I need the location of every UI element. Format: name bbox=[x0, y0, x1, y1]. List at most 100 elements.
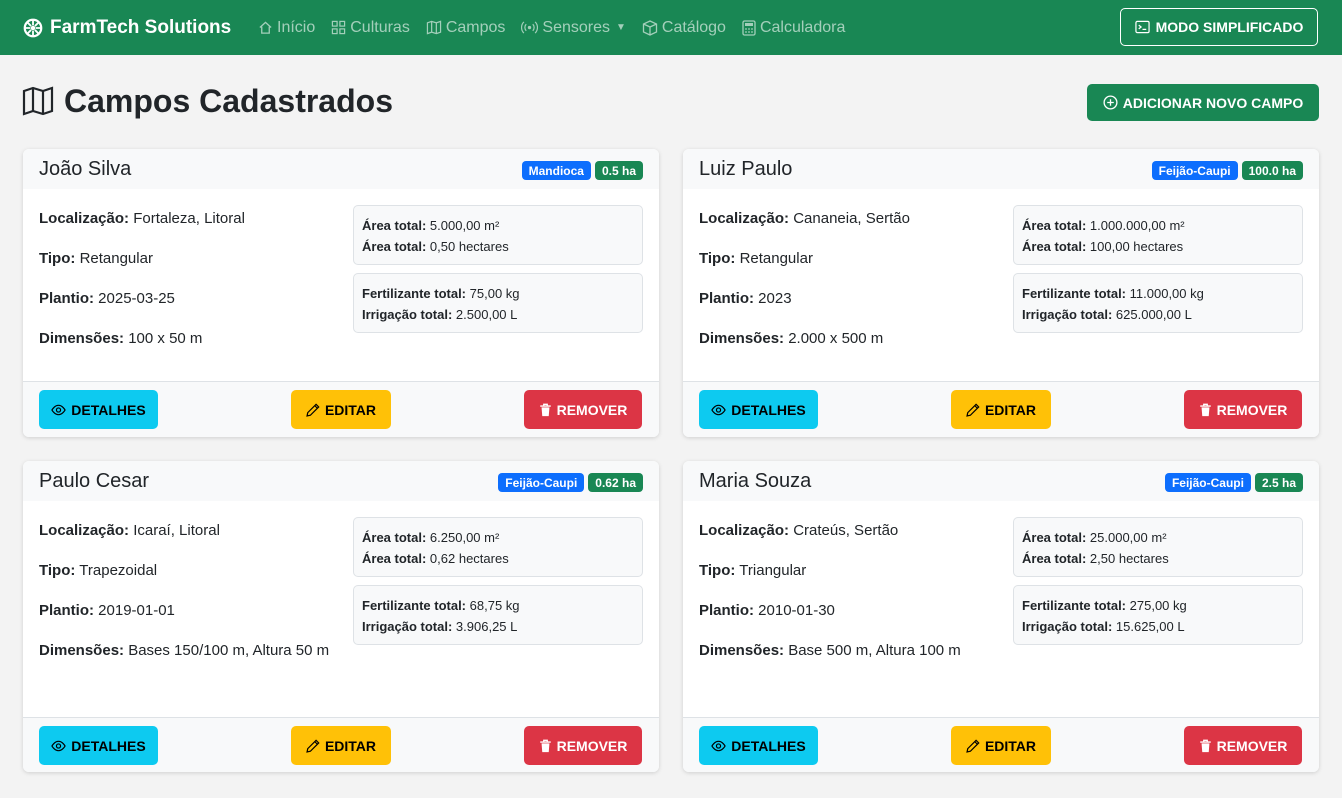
planting-row: Plantio: 2025-03-25 bbox=[39, 287, 339, 311]
area-label: Área total: bbox=[1022, 239, 1087, 254]
trash-icon bbox=[1199, 403, 1211, 416]
type-value: Retangular bbox=[79, 250, 153, 267]
nav-label-inicio: Início bbox=[277, 18, 316, 36]
irrigation-line: Irrigação total: 15.625,00 L bbox=[1022, 616, 1294, 637]
fertilizer-label: Fertilizante total: bbox=[1022, 598, 1127, 613]
dimensions-value: Bases 150/100 m, Altura 50 m bbox=[128, 642, 330, 659]
nav-label-calculadora: Calculadora bbox=[759, 18, 846, 36]
area-box: Área total: 5.000,00 m² Área total: 0,50… bbox=[353, 205, 643, 265]
type-label: Tipo: bbox=[699, 562, 736, 579]
area-label: Área total: bbox=[362, 239, 427, 254]
area-label: Área total: bbox=[362, 530, 427, 545]
type-row: Tipo: Trapezoidal bbox=[39, 559, 339, 583]
location-value: Crateús, Sertão bbox=[793, 522, 899, 539]
remove-label: REMOVER bbox=[1216, 737, 1288, 754]
planting-value: 2025-03-25 bbox=[98, 290, 175, 307]
nav-item-calculadora[interactable]: Calculadora bbox=[742, 19, 845, 37]
area-label: Área total: bbox=[1022, 530, 1087, 545]
area-ha-value: 100,00 hectares bbox=[1089, 239, 1184, 254]
crop-badge: Feijão-Caupi bbox=[1164, 473, 1251, 492]
planting-row: Plantio: 2023 bbox=[699, 287, 999, 311]
card-footer: DETALHES EDITAR REMOVER bbox=[683, 717, 1319, 772]
type-row: Tipo: Retangular bbox=[39, 247, 339, 271]
dimensions-row: Dimensões: 100 x 50 m bbox=[39, 327, 339, 351]
eye-icon bbox=[51, 404, 67, 415]
details-button[interactable]: DETALHES bbox=[39, 726, 158, 765]
field-info: Localização: Icaraí, Litoral Tipo: Trape… bbox=[39, 519, 339, 679]
nav-label-catalogo: Catálogo bbox=[661, 18, 726, 36]
nav-item-sensores[interactable]: Sensores ▼ bbox=[521, 19, 626, 37]
area-label: Área total: bbox=[1022, 218, 1087, 233]
simplified-mode-button[interactable]: MODO SIMPLIFICADO bbox=[1120, 8, 1318, 46]
area-ha-value: 2,50 hectares bbox=[1089, 551, 1169, 566]
dimensions-row: Dimensões: Base 500 m, Altura 100 m bbox=[699, 639, 999, 663]
nav-item-inicio[interactable]: Início bbox=[258, 19, 315, 37]
nav-label-culturas: Culturas bbox=[350, 18, 410, 36]
remove-label: REMOVER bbox=[556, 401, 628, 418]
details-button[interactable]: DETALHES bbox=[39, 390, 158, 429]
fertilizer-line: Fertilizante total: 275,00 kg bbox=[1022, 595, 1294, 616]
add-field-label: ADICIONAR NOVO CAMPO bbox=[1122, 94, 1304, 111]
remove-button[interactable]: REMOVER bbox=[1184, 390, 1302, 429]
type-label: Tipo: bbox=[39, 562, 76, 579]
pencil-icon bbox=[966, 738, 980, 753]
badges: Feijão-Caupi 100.0 ha bbox=[1148, 161, 1303, 180]
dimensions-label: Dimensões: bbox=[699, 642, 785, 659]
irrigation-value: 15.625,00 L bbox=[1115, 619, 1185, 634]
inputs-box: Fertilizante total: 75,00 kg Irrigação t… bbox=[353, 273, 643, 333]
crop-badge: Mandioca bbox=[521, 161, 591, 180]
terminal-icon bbox=[1134, 20, 1150, 34]
edit-button[interactable]: EDITAR bbox=[951, 390, 1051, 429]
irrigation-line: Irrigação total: 2.500,00 L bbox=[362, 304, 634, 325]
badges: Feijão-Caupi 2.5 ha bbox=[1161, 473, 1303, 492]
area-ha-line: Área total: 0,62 hectares bbox=[362, 548, 634, 569]
location-row: Localização: Icaraí, Litoral bbox=[39, 519, 339, 543]
dimensions-label: Dimensões: bbox=[39, 330, 125, 347]
remove-label: REMOVER bbox=[556, 737, 628, 754]
fertilizer-line: Fertilizante total: 68,75 kg bbox=[362, 595, 634, 616]
field-card: Maria Souza Feijão-Caupi 2.5 ha Localiza… bbox=[683, 461, 1319, 772]
area-label: Área total: bbox=[362, 551, 427, 566]
broadcast-icon bbox=[521, 21, 539, 34]
area-label: Área total: bbox=[1022, 551, 1087, 566]
planting-row: Plantio: 2010-01-30 bbox=[699, 599, 999, 623]
nav-item-catalogo[interactable]: Catálogo bbox=[642, 19, 726, 37]
irrigation-label: Irrigação total: bbox=[362, 307, 453, 322]
planting-label: Plantio: bbox=[699, 602, 754, 619]
details-button[interactable]: DETALHES bbox=[699, 726, 818, 765]
add-field-button[interactable]: ADICIONAR NOVO CAMPO bbox=[1087, 84, 1319, 121]
planting-label: Plantio: bbox=[39, 602, 94, 619]
inputs-box: Fertilizante total: 68,75 kg Irrigação t… bbox=[353, 585, 643, 645]
irrigation-value: 2.500,00 L bbox=[455, 307, 518, 322]
brand[interactable]: FarmTech Solutions bbox=[22, 0, 231, 55]
box-icon bbox=[642, 19, 658, 36]
edit-button[interactable]: EDITAR bbox=[291, 390, 391, 429]
irrigation-label: Irrigação total: bbox=[362, 619, 453, 634]
remove-button[interactable]: REMOVER bbox=[524, 726, 642, 765]
edit-button[interactable]: EDITAR bbox=[951, 726, 1051, 765]
size-badge: 0.62 ha bbox=[588, 473, 643, 492]
type-value: Retangular bbox=[739, 250, 813, 267]
nav-items: Início Culturas Campos Sensores ▼ Catálo… bbox=[258, 0, 861, 55]
house-icon bbox=[259, 21, 272, 34]
size-badge: 100.0 ha bbox=[1241, 161, 1303, 180]
nav-item-culturas[interactable]: Culturas bbox=[331, 19, 410, 37]
area-m2-value: 1.000.000,00 m² bbox=[1089, 218, 1185, 233]
grid-icon bbox=[332, 20, 346, 35]
gear-icon bbox=[22, 17, 44, 39]
details-button[interactable]: DETALHES bbox=[699, 390, 818, 429]
eye-icon bbox=[711, 740, 727, 751]
planting-label: Plantio: bbox=[699, 290, 754, 307]
planting-value: 2023 bbox=[758, 290, 792, 307]
remove-button[interactable]: REMOVER bbox=[1184, 726, 1302, 765]
nav-item-campos[interactable]: Campos bbox=[426, 18, 506, 37]
eye-icon bbox=[51, 740, 67, 751]
dimensions-value: Base 500 m, Altura 100 m bbox=[788, 642, 961, 659]
edit-button[interactable]: EDITAR bbox=[291, 726, 391, 765]
field-name: João Silva bbox=[39, 158, 132, 180]
card-header: Maria Souza Feijão-Caupi 2.5 ha bbox=[683, 461, 1319, 501]
planting-label: Plantio: bbox=[39, 290, 94, 307]
nav-label-campos: Campos bbox=[445, 18, 506, 36]
remove-button[interactable]: REMOVER bbox=[524, 390, 642, 429]
calculator-icon bbox=[742, 19, 756, 36]
